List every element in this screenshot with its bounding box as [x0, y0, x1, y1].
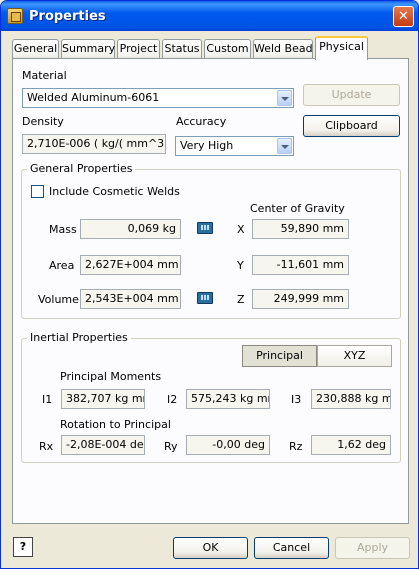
ry-value: -0,00 deg	[186, 435, 270, 455]
calculator-icon[interactable]	[197, 222, 213, 234]
mass-value: 0,069 kg	[80, 219, 181, 239]
i2-label: I2	[167, 393, 178, 406]
rz-value: 1,62 deg	[311, 435, 391, 455]
apply-button[interactable]: Apply	[335, 537, 410, 559]
help-button[interactable]: ?	[13, 537, 33, 557]
tab-project[interactable]: Project	[117, 39, 160, 59]
general-properties-title: General Properties	[27, 162, 136, 175]
clipboard-button[interactable]: Clipboard	[303, 115, 400, 137]
material-value: Welded Aluminum-6061	[27, 91, 160, 104]
tab-general[interactable]: General	[12, 39, 59, 59]
update-button[interactable]: Update	[303, 84, 400, 106]
inertial-properties-title: Inertial Properties	[27, 331, 131, 344]
mass-label: Mass	[49, 223, 77, 236]
properties-dialog: Properties ✕ General Summary Project Sta…	[0, 0, 419, 569]
material-dropdown[interactable]: Welded Aluminum-6061	[22, 88, 294, 108]
rz-label: Rz	[289, 440, 303, 453]
close-button[interactable]: ✕	[393, 6, 414, 27]
volume-label: Volume	[38, 293, 79, 306]
tab-custom[interactable]: Custom	[204, 39, 251, 59]
tab-status[interactable]: Status	[162, 39, 202, 59]
window-title: Properties	[29, 9, 106, 24]
tab-summary[interactable]: Summary	[61, 39, 115, 59]
principal-moments-label: Principal Moments	[60, 370, 162, 383]
accuracy-dropdown[interactable]: Very High	[175, 136, 294, 156]
density-label: Density	[22, 115, 64, 128]
z-value: 249,999 mm	[252, 289, 349, 309]
include-cosmetic-welds-label: Include Cosmetic Welds	[49, 185, 180, 198]
ok-button[interactable]: OK	[173, 537, 248, 559]
rotation-to-principal-label: Rotation to Principal	[60, 418, 171, 431]
accuracy-value: Very High	[180, 139, 234, 152]
i1-value: 382,707 kg mm	[61, 389, 145, 409]
area-value: 2,627E+004 mm^	[80, 255, 181, 275]
tab-weld-bead[interactable]: Weld Bead	[253, 39, 313, 59]
center-of-gravity-label: Center of Gravity	[250, 202, 345, 215]
physical-tab-page: Material Welded Aluminum-6061 Update Den…	[12, 58, 409, 524]
i2-value: 575,243 kg mm	[186, 389, 270, 409]
include-cosmetic-welds-checkbox[interactable]	[31, 185, 44, 198]
xyz-toggle[interactable]: XYZ	[317, 345, 392, 367]
principal-toggle[interactable]: Principal	[242, 345, 317, 367]
i1-label: I1	[42, 393, 53, 406]
i3-label: I3	[291, 393, 302, 406]
rx-value: -2,08E-004 deg	[61, 435, 145, 455]
rx-label: Rx	[39, 440, 54, 453]
accuracy-label: Accuracy	[176, 115, 227, 128]
y-label: Y	[237, 259, 244, 272]
density-value: 2,710E-006 ( kg/( mm^3 ) )	[22, 134, 166, 154]
y-value: -11,601 mm	[252, 255, 349, 275]
chevron-down-icon[interactable]	[277, 138, 292, 154]
material-label: Material	[22, 69, 67, 82]
cancel-button[interactable]: Cancel	[254, 537, 329, 559]
area-label: Area	[49, 259, 75, 272]
app-icon	[7, 8, 23, 24]
i3-value: 230,888 kg mm	[311, 389, 391, 409]
calculator-icon[interactable]	[197, 292, 213, 304]
x-value: 59,890 mm	[252, 219, 349, 239]
title-bar[interactable]: Properties ✕	[1, 1, 418, 31]
tab-physical[interactable]: Physical	[315, 36, 368, 60]
ry-label: Ry	[164, 440, 178, 453]
volume-value: 2,543E+004 mm^	[80, 289, 181, 309]
x-label: X	[237, 223, 245, 236]
z-label: Z	[237, 293, 245, 306]
chevron-down-icon[interactable]	[277, 90, 292, 106]
